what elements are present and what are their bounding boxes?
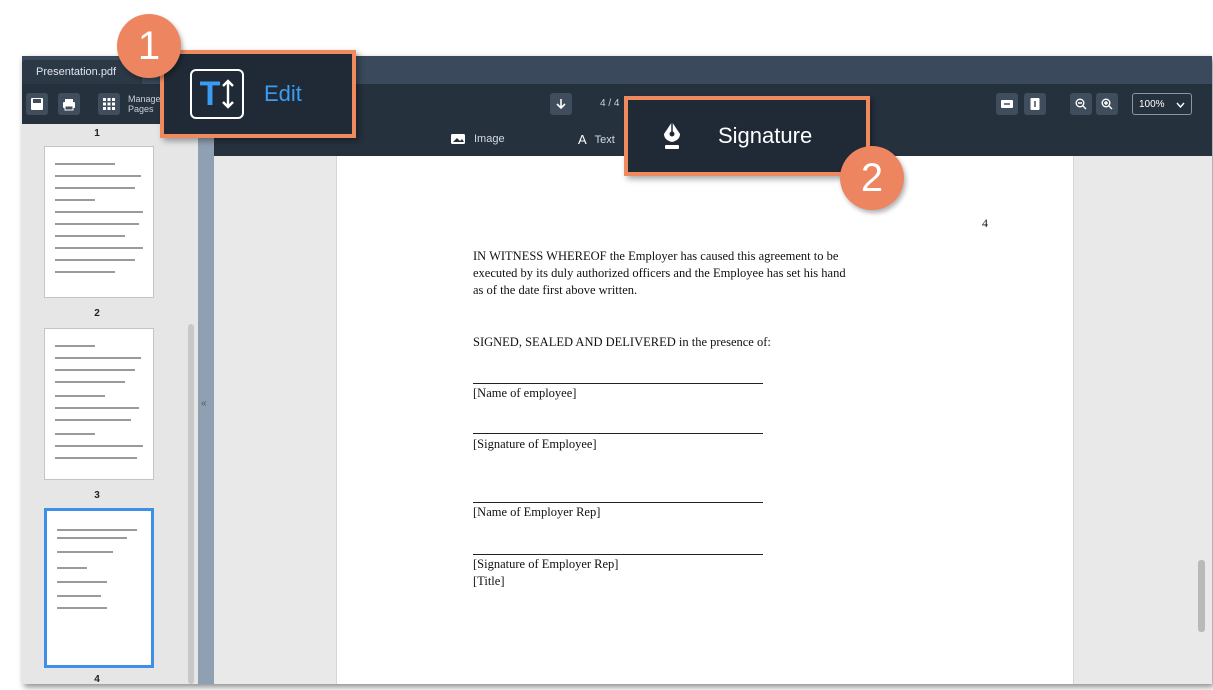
signature-line <box>473 433 763 434</box>
signature-line <box>473 502 763 503</box>
document-tab-title: Presentation.pdf <box>36 66 117 78</box>
thumbnail-number: 3 <box>94 490 100 501</box>
text-tool-label: Text <box>594 133 615 146</box>
document-page[interactable]: 4 IN WITNESS WHEREOF the Employer has ca… <box>336 156 1074 684</box>
document-viewer: 4 IN WITNESS WHEREOF the Employer has ca… <box>214 156 1212 684</box>
signature-of-employer-rep-label: [Signature of Employer Rep] <box>473 557 619 571</box>
grid-icon <box>103 98 115 110</box>
title-label: [Title] <box>473 574 505 588</box>
paragraph-line: IN WITNESS WHEREOF the Employer has caus… <box>473 249 839 263</box>
fit-page-icon <box>1030 98 1040 110</box>
page-thumbnail-1[interactable] <box>44 146 154 298</box>
signature-line <box>473 383 763 384</box>
signature-of-employee-label: [Signature of Employee] <box>473 437 597 451</box>
text-tool-icon: A <box>578 132 587 147</box>
signed-line: SIGNED, SEALED AND DELIVERED in the pres… <box>473 335 771 349</box>
image-icon <box>451 134 465 144</box>
signature-callout[interactable]: Signature <box>624 96 870 176</box>
step-number: 2 <box>860 155 884 200</box>
edit-callout-label: Edit <box>264 81 302 106</box>
name-of-employer-rep-label: [Name of Employer Rep] <box>473 505 601 519</box>
thumbnail-number: 4 <box>94 674 100 684</box>
app-window: Presentation.pdf Manage Pages 4 / 4 100%… <box>22 56 1212 684</box>
arrow-down-icon <box>556 99 566 110</box>
page-number: 4 <box>982 216 988 230</box>
zoom-in-icon <box>1101 98 1113 110</box>
thumbnail-number: 2 <box>94 308 100 319</box>
paragraph-line: as of the date first above written. <box>473 283 638 297</box>
next-page-button[interactable] <box>550 93 572 115</box>
save-icon <box>31 98 43 110</box>
fit-width-icon <box>1001 100 1013 108</box>
document-scrollbar[interactable] <box>1198 560 1205 632</box>
step-2-badge: 2 <box>840 146 904 210</box>
zoom-level: 100% <box>1139 98 1165 110</box>
chevron-down-icon <box>1176 102 1185 108</box>
name-of-employee-label: [Name of employee] <box>473 386 577 400</box>
screenshot-stage: Presentation.pdf Manage Pages 4 / 4 100%… <box>0 0 1213 690</box>
zoom-out-button[interactable] <box>1070 93 1092 115</box>
panel-collapse-handle[interactable]: « <box>198 124 214 684</box>
zoom-in-button[interactable] <box>1096 93 1118 115</box>
manage-pages-button[interactable] <box>98 93 120 115</box>
edit-text-icon: T <box>190 69 244 119</box>
manage-pages-label: Manage Pages <box>128 94 161 114</box>
image-tool-button[interactable]: Image <box>450 132 505 146</box>
signature-callout-label: Signature <box>718 123 813 148</box>
fit-width-button[interactable] <box>996 93 1018 115</box>
edit-callout[interactable]: T Edit <box>160 50 356 138</box>
step-1-badge: 1 <box>117 14 181 78</box>
thumbnail-scrollbar[interactable] <box>188 324 194 684</box>
image-tool-label: Image <box>474 133 505 145</box>
step-number: 1 <box>137 23 161 68</box>
paragraph-line: executed by its duly authorized officers… <box>473 266 846 280</box>
text-tool-button[interactable]: A Text <box>578 132 615 147</box>
thumbnail-number: 1 <box>94 128 100 139</box>
collapse-icon: « <box>201 398 207 409</box>
zoom-select[interactable]: 100% <box>1132 93 1192 115</box>
save-button[interactable] <box>26 93 48 115</box>
fountain-pen-icon <box>664 122 680 149</box>
page-thumbnail-2[interactable] <box>44 328 154 480</box>
fit-page-button[interactable] <box>1024 93 1046 115</box>
print-icon <box>63 99 75 111</box>
signature-line <box>473 554 763 555</box>
page-indicator: 4 / 4 <box>600 98 620 109</box>
thumbnail-panel: 1 2 3 4 <box>22 124 198 684</box>
print-button[interactable] <box>58 93 80 115</box>
page-thumbnail-3-selected[interactable] <box>44 508 154 668</box>
zoom-out-icon <box>1075 98 1087 110</box>
